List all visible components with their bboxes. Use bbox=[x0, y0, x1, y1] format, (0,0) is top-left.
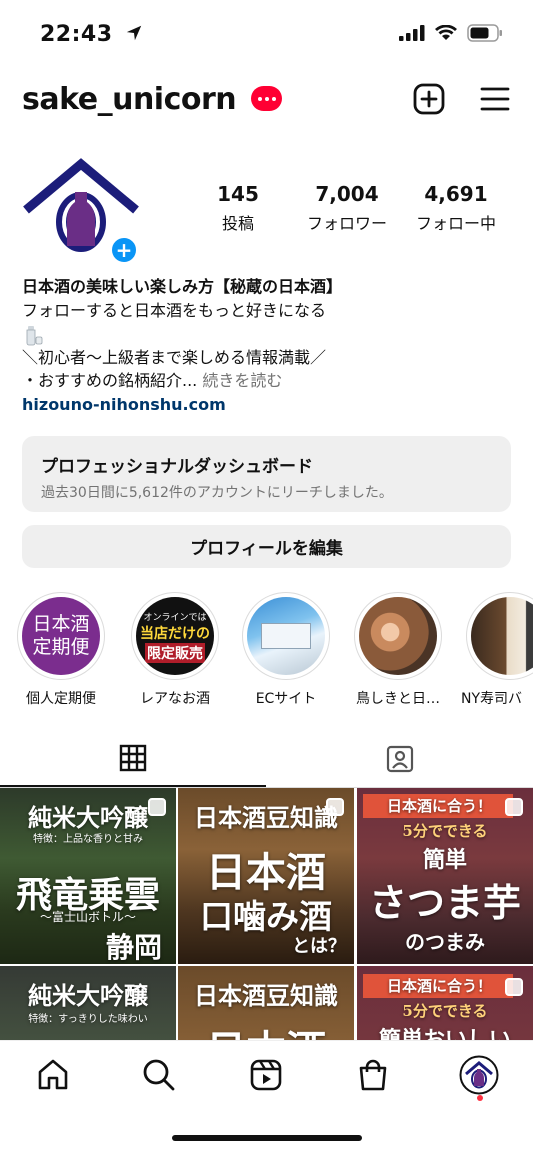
website-link[interactable]: hizouno-nihonshu.com bbox=[22, 393, 512, 417]
tagged-user-icon bbox=[386, 745, 414, 773]
nav-profile[interactable] bbox=[459, 1055, 499, 1095]
stat-following[interactable]: 4,691 フォロー中 bbox=[401, 182, 511, 234]
cellular-signal-icon bbox=[399, 25, 425, 41]
nav-shop[interactable] bbox=[353, 1055, 393, 1095]
status-indicators bbox=[399, 24, 503, 42]
notification-dot bbox=[477, 1095, 483, 1101]
location-arrow-icon bbox=[126, 25, 141, 41]
highlight-cover bbox=[471, 597, 533, 675]
wifi-icon bbox=[435, 25, 457, 40]
post-thumbnail[interactable]: 純米大吟醸 特徴：すっきりした味わい bbox=[0, 966, 176, 1040]
multi-image-icon bbox=[505, 978, 523, 996]
highlight-item[interactable]: オンラインでは 当店だけの 限定販売 レアなお酒 bbox=[120, 592, 230, 708]
bio-line: フォローすると日本酒をもっと好きになる bbox=[22, 300, 327, 320]
status-bar: 22:43 bbox=[0, 0, 533, 70]
sake-bottle-icon bbox=[26, 325, 43, 345]
stat-following-label: フォロー中 bbox=[415, 214, 496, 233]
highlight-label: 個人定期便 bbox=[26, 691, 96, 707]
post-thumbnail[interactable]: 日本酒豆知識 日本酒 bbox=[178, 966, 354, 1040]
status-time: 22:43 bbox=[40, 22, 143, 47]
highlight-cover: 日本酒 定期便 bbox=[22, 597, 100, 675]
stat-following-count: 4,691 bbox=[424, 182, 488, 206]
nav-search[interactable] bbox=[139, 1055, 179, 1095]
post-thumbnail[interactable]: 日本酒豆知識 日本酒 口噛み酒 とは？ bbox=[178, 788, 354, 964]
add-story-button[interactable]: + bbox=[109, 235, 139, 265]
multi-image-icon bbox=[505, 798, 523, 816]
highlight-cover bbox=[247, 597, 325, 675]
highlight-label: ECサイト bbox=[255, 691, 317, 707]
dashboard-subtitle: 過去30日間に5,612件のアカウントにリーチしました。 bbox=[41, 485, 393, 501]
nav-home[interactable] bbox=[33, 1055, 73, 1095]
search-icon bbox=[143, 1059, 175, 1091]
post-thumbnail[interactable]: 日本酒に合う！ 5分でできる 簡単おいしい bbox=[357, 966, 533, 1040]
highlight-item[interactable]: ECサイト bbox=[231, 592, 341, 708]
nav-reels[interactable] bbox=[246, 1055, 286, 1095]
highlight-cover bbox=[359, 597, 437, 675]
post-thumbnail[interactable]: 日本酒に合う！ 5分でできる 簡単 さつま芋 のつまみ bbox=[357, 788, 533, 964]
professional-dashboard[interactable]: プロフェッショナルダッシュボード 過去30日間に5,612件のアカウントにリーチ… bbox=[22, 436, 511, 512]
stat-posts-count: 145 bbox=[217, 182, 259, 206]
bio-emoji bbox=[22, 322, 512, 346]
create-post-icon[interactable] bbox=[412, 82, 446, 116]
highlight-item[interactable]: 日本酒 定期便 個人定期便 bbox=[6, 592, 116, 708]
profile-bio: 日本酒の美味しい楽しみ方【秘蔵の日本酒】 フォローすると日本酒をもっと好きになる… bbox=[22, 275, 512, 416]
posts-grid: 純米大吟醸 特徴：上品な香りと甘み 飛竜乗雲 〜富士山ボトル〜 静岡 日本酒豆知… bbox=[0, 788, 533, 1040]
highlight-cover: オンラインでは 当店だけの 限定販売 bbox=[136, 597, 214, 675]
grid-icon bbox=[119, 744, 147, 771]
battery-icon bbox=[467, 24, 502, 42]
highlight-label: レアなお酒 bbox=[140, 691, 210, 707]
highlight-label: NY寿司バ bbox=[461, 691, 523, 707]
notification-badge[interactable] bbox=[251, 86, 282, 111]
bio-line-truncated: ・おすすめの銘柄紹介... 続きを読む bbox=[22, 371, 283, 390]
story-highlights: 日本酒 定期便 個人定期便 オンラインでは 当店だけの 限定販売 レアなお酒 E… bbox=[0, 592, 533, 712]
highlight-label: 鳥しきと日… bbox=[356, 691, 440, 707]
highlight-item[interactable]: NY寿司バ bbox=[455, 592, 533, 708]
dashboard-title: プロフェッショナルダッシュボード bbox=[41, 457, 313, 477]
profile-avatar-icon bbox=[459, 1055, 499, 1095]
stat-posts[interactable]: 145 投稿 bbox=[183, 182, 293, 234]
profile-header: sake_unicorn bbox=[0, 70, 533, 130]
home-indicator[interactable] bbox=[172, 1135, 362, 1141]
stat-followers-count: 7,004 bbox=[315, 182, 379, 206]
edit-profile-button[interactable]: プロフィールを編集 bbox=[22, 525, 511, 568]
stat-followers[interactable]: 7,004 フォロワー bbox=[292, 182, 402, 234]
reels-icon bbox=[250, 1059, 282, 1091]
home-icon bbox=[38, 1059, 68, 1090]
stat-posts-label: 投稿 bbox=[221, 214, 254, 233]
multi-image-icon bbox=[148, 798, 166, 816]
profile-tabs bbox=[0, 730, 533, 788]
display-name: 日本酒の美味しい楽しみ方【秘蔵の日本酒】 bbox=[22, 277, 343, 296]
username[interactable]: sake_unicorn bbox=[22, 82, 237, 117]
menu-icon[interactable] bbox=[478, 82, 512, 116]
tab-posts-grid[interactable] bbox=[0, 730, 266, 787]
shopping-bag-icon bbox=[359, 1059, 387, 1091]
stat-followers-label: フォロワー bbox=[306, 214, 387, 233]
highlight-item[interactable]: 鳥しきと日… bbox=[343, 592, 453, 708]
multi-image-icon bbox=[326, 798, 344, 816]
read-more-link[interactable]: 続きを読む bbox=[202, 371, 282, 390]
bio-line: ＼初心者〜上級者まで楽しめる情報満載／ bbox=[22, 347, 327, 367]
tab-tagged[interactable] bbox=[267, 730, 533, 788]
post-thumbnail[interactable]: 純米大吟醸 特徴：上品な香りと甘み 飛竜乗雲 〜富士山ボトル〜 静岡 bbox=[0, 788, 176, 964]
